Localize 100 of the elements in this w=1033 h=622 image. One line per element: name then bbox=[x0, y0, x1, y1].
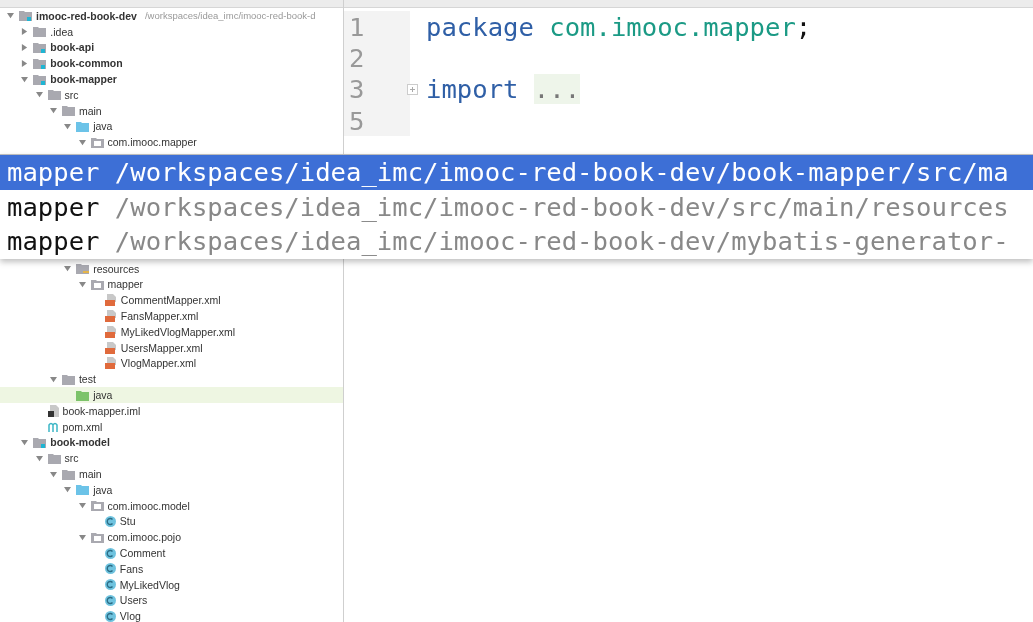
tree-row[interactable]: com.imooc.pojo bbox=[0, 529, 343, 546]
fold-icon[interactable] bbox=[407, 83, 418, 95]
expanded-arrow-icon[interactable] bbox=[78, 533, 86, 541]
popup-item[interactable]: mapper /workspaces/idea_imc/imooc-red-book-dev/mybatis-generator- bbox=[0, 224, 1033, 259]
tree-row[interactable]: .idea bbox=[0, 23, 343, 40]
tree-item-label: Comment bbox=[119, 547, 166, 559]
tree-row[interactable]: UsersMapper.xml bbox=[0, 339, 343, 356]
module-path: /workspaces/idea_imc/imooc-red-book-d bbox=[144, 10, 316, 22]
folder-icon bbox=[33, 26, 47, 38]
package-icon bbox=[90, 531, 104, 543]
folder-icon bbox=[47, 89, 61, 101]
tree-item-label: java bbox=[93, 389, 113, 402]
tree-item-label: Users bbox=[119, 594, 148, 607]
code-line: import ... bbox=[425, 74, 581, 105]
collapsed-arrow-icon[interactable] bbox=[21, 28, 29, 36]
tree-row[interactable]: book-common bbox=[0, 55, 343, 72]
line-number: 2 bbox=[344, 42, 410, 74]
xml-file-icon bbox=[104, 325, 117, 338]
tree-row[interactable]: com.imooc.model bbox=[0, 497, 343, 514]
tree-row[interactable]: MyLikedVlog bbox=[0, 576, 343, 593]
xml-file-icon bbox=[104, 294, 117, 307]
resources-folder-icon bbox=[76, 263, 90, 275]
tree-row[interactable]: test bbox=[0, 371, 343, 388]
folder-icon bbox=[61, 468, 75, 480]
tree-row[interactable]: Users bbox=[0, 592, 343, 609]
line-number: 1 bbox=[344, 11, 410, 43]
expanded-arrow-icon[interactable] bbox=[35, 91, 43, 99]
tree-row[interactable]: Fans bbox=[0, 560, 343, 577]
tree-row[interactable]: MyLikedVlogMapper.xml bbox=[0, 323, 343, 340]
tree-item-label: resources bbox=[93, 262, 140, 275]
tree-item-label: Fans bbox=[119, 562, 144, 575]
source-folder-icon bbox=[76, 120, 90, 132]
expanded-arrow-icon[interactable] bbox=[7, 12, 14, 20]
tree-item-label: VlogMapper.xml bbox=[120, 357, 197, 370]
tree-row[interactable]: Vlog bbox=[0, 608, 343, 622]
expanded-arrow-icon[interactable] bbox=[64, 265, 72, 273]
tree-item-label: src bbox=[64, 452, 79, 465]
tree-row[interactable]: Stu bbox=[0, 513, 343, 530]
tree-row[interactable]: java bbox=[0, 481, 343, 498]
source-folder-icon bbox=[76, 484, 90, 496]
tree-row[interactable]: mapper bbox=[0, 276, 343, 293]
class-icon bbox=[104, 594, 116, 606]
popup-item[interactable]: mapper /workspaces/idea_imc/imooc-red-book-dev/book-mapper/src/ma bbox=[0, 155, 1033, 190]
tree-row[interactable]: main bbox=[0, 466, 343, 482]
xml-file-icon bbox=[104, 310, 117, 323]
tree-row[interactable]: imooc-red-book-dev /workspaces/idea_imc/imooc-red-book-d bbox=[0, 8, 343, 24]
tree-item-label: book-model bbox=[50, 436, 110, 449]
tree-row[interactable]: book-mapper bbox=[0, 71, 343, 87]
tree-item-label: CommentMapper.xml bbox=[120, 294, 221, 307]
tree-item-label: book-mapper.iml bbox=[62, 404, 141, 417]
line-number: 5 bbox=[344, 104, 410, 137]
expanded-arrow-icon[interactable] bbox=[64, 122, 72, 130]
tree-item-label: mapper bbox=[107, 278, 144, 291]
tree-row[interactable]: book-api bbox=[0, 39, 343, 56]
class-icon bbox=[104, 547, 116, 559]
collapsed-arrow-icon[interactable] bbox=[21, 44, 29, 51]
tree-row[interactable]: src bbox=[0, 450, 343, 467]
tree-row[interactable]: java bbox=[0, 387, 343, 403]
popup-item[interactable]: mapper /workspaces/idea_imc/imooc-red-book-dev/src/main/resources bbox=[0, 189, 1033, 224]
tree-row[interactable]: pom.xml bbox=[0, 418, 343, 435]
package-icon bbox=[90, 278, 104, 290]
tree-row[interactable]: book-mapper.iml bbox=[0, 402, 343, 419]
expanded-arrow-icon[interactable] bbox=[78, 138, 86, 146]
expanded-arrow-icon[interactable] bbox=[21, 438, 29, 446]
tree-row[interactable]: resources bbox=[0, 260, 343, 277]
xml-file-icon bbox=[104, 341, 117, 354]
tree-row[interactable]: FansMapper.xml bbox=[0, 308, 343, 324]
module-folder-icon bbox=[33, 73, 47, 85]
module-folder-icon bbox=[19, 10, 32, 22]
tree-row[interactable]: src bbox=[0, 87, 343, 103]
expanded-arrow-icon[interactable] bbox=[35, 454, 43, 462]
tree-row[interactable]: Comment bbox=[0, 545, 343, 561]
tree-item-label: .idea bbox=[50, 25, 74, 38]
tree-row[interactable]: book-model bbox=[0, 434, 343, 451]
expanded-arrow-icon[interactable] bbox=[64, 486, 72, 494]
collapsed-arrow-icon[interactable] bbox=[21, 59, 29, 67]
expanded-arrow-icon[interactable] bbox=[78, 502, 86, 510]
tree-item-label: java bbox=[93, 483, 113, 496]
tree-row[interactable]: com.imooc.mapper bbox=[0, 134, 343, 151]
class-icon bbox=[104, 610, 116, 622]
folder-icon bbox=[47, 452, 61, 464]
expanded-arrow-icon[interactable] bbox=[49, 375, 57, 383]
tree-row[interactable]: VlogMapper.xml bbox=[0, 355, 343, 372]
tree-item-label: com.imooc.model bbox=[107, 499, 190, 512]
xml-file-icon bbox=[104, 357, 117, 370]
class-icon bbox=[104, 579, 116, 591]
expanded-arrow-icon[interactable] bbox=[49, 107, 57, 115]
tree-item-label: book-common bbox=[50, 57, 123, 70]
tree-row[interactable]: CommentMapper.xml bbox=[0, 292, 343, 309]
tree-item-label: MyLikedVlogMapper.xml bbox=[120, 325, 236, 338]
class-icon bbox=[104, 515, 116, 527]
tree-item-label: main bbox=[78, 104, 102, 117]
tree-item-label: MyLikedVlog bbox=[119, 578, 180, 591]
expanded-arrow-icon[interactable] bbox=[78, 280, 86, 288]
tree-item-label: java bbox=[93, 120, 113, 133]
expanded-arrow-icon[interactable] bbox=[49, 470, 57, 478]
tree-row[interactable]: java bbox=[0, 118, 343, 135]
package-icon bbox=[90, 136, 104, 148]
tree-row[interactable]: main bbox=[0, 102, 343, 119]
expanded-arrow-icon[interactable] bbox=[21, 75, 29, 83]
